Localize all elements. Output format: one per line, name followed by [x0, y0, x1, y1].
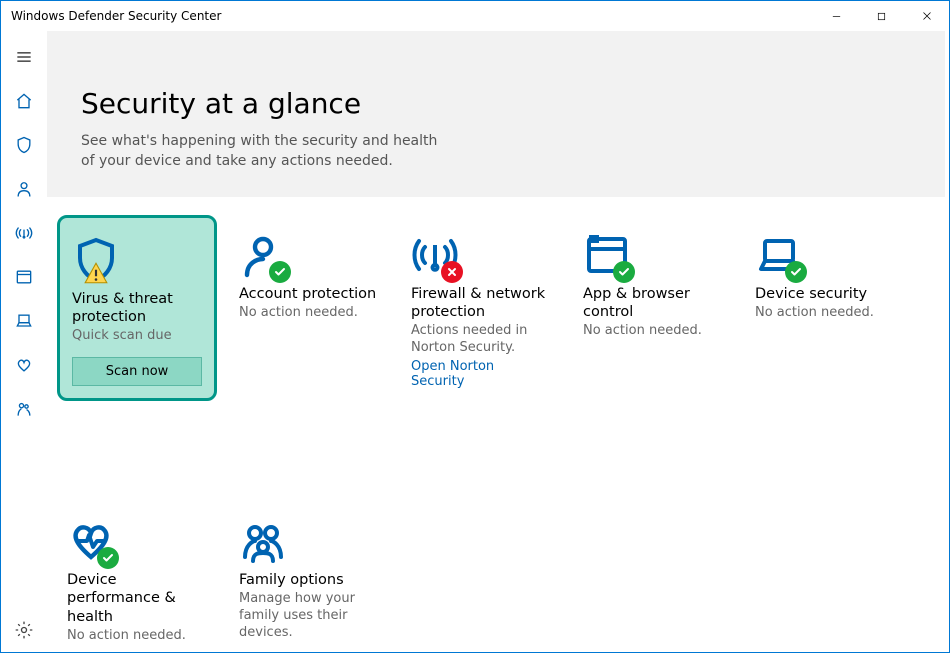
heart-icon — [14, 355, 34, 375]
tile-subtitle: Manage how your family uses their device… — [239, 591, 379, 642]
network-icon — [14, 223, 34, 243]
tile-title: App & browser control — [583, 285, 723, 321]
tile-title: Firewall & network protection — [411, 285, 551, 321]
minimize-icon — [831, 11, 842, 22]
laptop-icon — [14, 311, 34, 331]
tile-title: Device security — [755, 285, 895, 303]
sidebar-family[interactable] — [1, 387, 47, 431]
tile-icon-area — [583, 225, 723, 279]
status-error-badge — [441, 261, 463, 283]
tile-subtitle: No action needed. — [239, 305, 379, 322]
close-button[interactable] — [904, 1, 949, 31]
tile-network[interactable]: Firewall & network protectionActions nee… — [401, 215, 561, 401]
tile-subtitle: Quick scan due — [72, 328, 202, 345]
sidebar-device-security[interactable] — [1, 299, 47, 343]
tile-title: Account protection — [239, 285, 379, 303]
sidebar-firewall[interactable] — [1, 211, 47, 255]
family-icon — [14, 399, 34, 419]
sidebar-account[interactable] — [1, 167, 47, 211]
tiles-grid: Virus & threat protection Quick scan due S… — [47, 197, 949, 652]
check-icon — [274, 266, 286, 278]
tile-subtitle: No action needed. — [755, 305, 895, 322]
sidebar-virus[interactable] — [1, 123, 47, 167]
tile-heart[interactable]: Device performance & health No action nee… — [57, 501, 217, 644]
person-icon — [14, 179, 34, 199]
home-icon — [14, 91, 34, 111]
tile-title: Family options — [239, 571, 379, 589]
tile-subtitle: Actions needed in Norton Security. — [411, 323, 551, 357]
status-ok-badge — [785, 261, 807, 283]
sidebar-app-browser[interactable] — [1, 255, 47, 299]
minimize-button[interactable] — [814, 1, 859, 31]
status-ok-badge — [97, 547, 119, 569]
page-subtitle: See what's happening with the security a… — [81, 132, 441, 171]
sidebar-home[interactable] — [1, 79, 47, 123]
tile-icon-area — [239, 225, 379, 279]
window-controls — [814, 1, 949, 31]
tile-browser[interactable]: App & browser control No action needed. — [573, 215, 733, 401]
shield-icon — [14, 135, 34, 155]
tile-shield[interactable]: Virus & threat protection Quick scan due S… — [57, 215, 217, 401]
status-ok-badge — [269, 261, 291, 283]
close-icon — [921, 10, 933, 22]
gear-icon — [14, 620, 34, 640]
tile-icon-area — [755, 225, 895, 279]
tile-subtitle: No action needed. — [583, 323, 723, 340]
tile-title: Virus & threat protection — [72, 290, 202, 326]
browser-icon — [14, 267, 34, 287]
maximize-icon — [876, 11, 887, 22]
tile-icon-area — [67, 511, 207, 565]
titlebar: Windows Defender Security Center — [1, 1, 949, 31]
warning-icon — [82, 260, 110, 286]
tile-icon-area — [239, 511, 379, 565]
page-title: Security at a glance — [81, 87, 911, 120]
hero-banner: Security at a glance See what's happenin… — [47, 31, 945, 197]
window-title: Windows Defender Security Center — [11, 9, 814, 23]
sidebar-performance[interactable] — [1, 343, 47, 387]
tile-family[interactable]: Family options Manage how your family use… — [229, 501, 389, 644]
check-icon — [102, 552, 114, 564]
tile-action-button[interactable]: Scan now — [72, 357, 202, 386]
tile-icon-area — [411, 225, 551, 279]
check-icon — [618, 266, 630, 278]
main-content: Security at a glance See what's happenin… — [47, 31, 949, 652]
check-icon — [790, 266, 802, 278]
sidebar-settings[interactable] — [1, 608, 47, 652]
tile-icon-area — [72, 230, 202, 284]
maximize-button[interactable] — [859, 1, 904, 31]
tile-subtitle: No action needed. — [67, 628, 207, 645]
menu-icon — [14, 47, 34, 67]
tile-laptop[interactable]: Device security No action needed. — [745, 215, 905, 401]
tile-link[interactable]: Open Norton Security — [411, 359, 551, 389]
tile-title: Device performance & health — [67, 571, 207, 625]
sidebar-menu-toggle[interactable] — [1, 35, 47, 79]
status-ok-badge — [613, 261, 635, 283]
family-icon — [239, 517, 287, 565]
sidebar — [1, 31, 47, 652]
x-icon — [446, 266, 458, 278]
tile-person[interactable]: Account protection No action needed. — [229, 215, 389, 401]
